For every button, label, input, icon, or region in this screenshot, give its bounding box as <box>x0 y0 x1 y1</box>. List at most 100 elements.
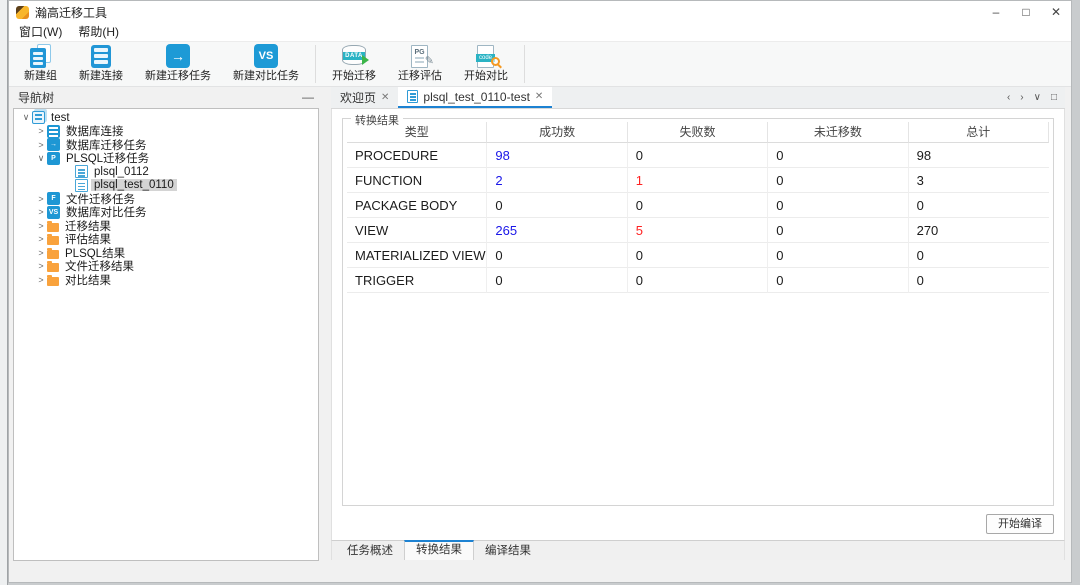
bottom-tab[interactable]: 编译结果 <box>474 541 542 560</box>
cell-total: 3 <box>908 168 1049 193</box>
navigation-panel-title: 导航树 <box>18 90 55 105</box>
conversion-result-groupbox: 转换结果 类型 成功数 失败数 未迁移数 总计 PROCEDURE 98 0 0… <box>342 112 1054 506</box>
tree-item-icon <box>47 274 59 286</box>
new-compare-task-button[interactable]: VS 新建对比任务 <box>222 42 310 86</box>
minimize-button[interactable]: – <box>981 1 1011 23</box>
table-header-cell[interactable]: 总计 <box>908 122 1049 143</box>
tree-item-label: 对比结果 <box>65 274 111 287</box>
menubar: 窗口(W) 帮助(H) <box>9 23 1071 42</box>
cell-unmigrated: 0 <box>768 243 909 268</box>
tab-scroll-right-icon[interactable]: › <box>1020 92 1023 103</box>
tree-item-label: plsql_0112 <box>94 165 149 178</box>
table-header-cell[interactable]: 失败数 <box>627 122 769 143</box>
migration-assess-icon: PG ✎ <box>405 44 435 68</box>
start-compile-button[interactable]: 开始编译 <box>986 514 1054 534</box>
tree-expander-icon[interactable]: > <box>35 275 47 285</box>
app-window: 瀚高迁移工具 – □ ✕ 窗口(W) 帮助(H) 新建组 新建连接 → 新建迁移… <box>8 0 1072 583</box>
tree-item[interactable]: > → 数据库迁移任务 <box>14 138 318 152</box>
tree-expander-icon[interactable]: ∨ <box>20 112 32 123</box>
tree-expander-icon[interactable]: > <box>35 221 47 231</box>
tree-expander-icon[interactable]: > <box>35 248 47 258</box>
start-compare-icon: code <box>471 44 501 68</box>
table-row[interactable]: VIEW 265 5 0 270 <box>347 218 1049 243</box>
table-row[interactable]: PROCEDURE 98 0 0 98 <box>347 143 1049 168</box>
table-row[interactable]: PACKAGE BODY 0 0 0 0 <box>347 193 1049 218</box>
table-header-cell[interactable]: 成功数 <box>487 122 628 143</box>
tab-plsql-test[interactable]: plsql_test_0110-test ✕ <box>398 87 553 108</box>
start-migration-button[interactable]: DATA 开始迁移 <box>321 42 387 86</box>
navigation-panel-header: 导航树 — <box>9 87 323 107</box>
menu-item[interactable]: 窗口(W) <box>11 23 70 42</box>
tree-item[interactable]: ∨ test <box>14 111 318 125</box>
tab-scroll-left-icon[interactable]: ‹ <box>1007 92 1010 103</box>
plsql-doc-icon <box>407 90 419 103</box>
tree-item-icon <box>75 178 88 192</box>
bottom-tab[interactable]: 转换结果 <box>404 540 474 560</box>
result-content: 转换结果 类型 成功数 失败数 未迁移数 总计 PROCEDURE 98 0 0… <box>331 109 1065 540</box>
tree-item[interactable]: > F 文件迁移任务 <box>14 192 318 206</box>
maximize-button[interactable]: □ <box>1011 1 1041 23</box>
app-logo-icon <box>16 5 29 19</box>
tree-expander-icon[interactable]: > <box>35 261 47 271</box>
cell-type: FUNCTION <box>347 168 488 193</box>
cell-success: 2 <box>487 168 628 193</box>
cell-failed: 5 <box>627 218 769 243</box>
close-button[interactable]: ✕ <box>1041 1 1071 23</box>
start-migration-icon: DATA <box>339 44 369 65</box>
new-connection-button[interactable]: 新建连接 <box>68 42 134 86</box>
new-migration-task-button[interactable]: → 新建迁移任务 <box>134 42 222 86</box>
table-header-cell[interactable]: 未迁移数 <box>768 122 909 143</box>
tree-item-label: plsql_test_0110 <box>91 179 177 192</box>
tree-expander-icon[interactable]: > <box>35 207 47 217</box>
tree-item[interactable]: > PLSQL结果 <box>14 246 318 260</box>
start-compare-button[interactable]: code 开始对比 <box>453 42 519 86</box>
cell-total: 0 <box>908 268 1049 293</box>
tree-expander-icon[interactable]: > <box>35 194 47 204</box>
menu-item[interactable]: 帮助(H) <box>70 23 127 42</box>
tree-item[interactable]: > 迁移结果 <box>14 219 318 233</box>
tree-expander-icon[interactable]: > <box>35 234 47 244</box>
migration-assess-button[interactable]: PG ✎ 迁移评估 <box>387 42 453 86</box>
table-header-cell[interactable]: 类型 <box>347 122 488 143</box>
tree-item-icon <box>47 124 60 138</box>
bottom-tab[interactable]: 任务概述 <box>336 541 404 560</box>
tab-close-icon[interactable]: ✕ <box>381 92 389 103</box>
tree-item[interactable]: ∨ P PLSQL迁移任务 <box>14 151 318 165</box>
tree-expander-icon[interactable]: > <box>35 126 47 136</box>
tree-item[interactable]: > 评估结果 <box>14 233 318 246</box>
tree-item-icon: F <box>47 192 60 206</box>
tree-expander-icon[interactable]: > <box>35 140 47 150</box>
tree-item[interactable]: > 数据库连接 <box>14 124 318 138</box>
tree-item[interactable]: > 文件迁移结果 <box>14 260 318 273</box>
new-migration-task-icon: → <box>163 44 193 68</box>
tab-welcome[interactable]: 欢迎页 ✕ <box>331 87 398 108</box>
tree-item[interactable]: plsql_0112 <box>14 165 318 179</box>
editor-panel: 欢迎页 ✕ plsql_test_0110-test ✕ ‹ › ∨ □ 转换结… <box>331 87 1065 560</box>
tab-close-icon[interactable]: ✕ <box>535 91 543 102</box>
tree-item[interactable]: plsql_test_0110 <box>14 178 318 193</box>
tree-item[interactable]: > VS 数据库对比任务 <box>14 205 318 219</box>
cell-type: TRIGGER <box>347 268 488 293</box>
tab-list-dropdown-icon[interactable]: ∨ <box>1034 92 1041 103</box>
new-group-button[interactable]: 新建组 <box>13 42 68 86</box>
tab-label: 欢迎页 <box>340 91 377 105</box>
cell-type: MATERIALIZED VIEW <box>347 243 488 268</box>
tree-item-icon: P <box>47 151 60 165</box>
conversion-result-table: 类型 成功数 失败数 未迁移数 总计 PROCEDURE 98 0 0 98 F… <box>347 122 1049 293</box>
cell-success: 265 <box>487 218 628 243</box>
cell-total: 0 <box>908 193 1049 218</box>
tree-item[interactable]: > 对比结果 <box>14 273 318 287</box>
table-row[interactable]: MATERIALIZED VIEW 0 0 0 0 <box>347 243 1049 268</box>
table-row[interactable]: TRIGGER 0 0 0 0 <box>347 268 1049 293</box>
cell-total: 98 <box>908 143 1049 168</box>
editor-tab-bar: 欢迎页 ✕ plsql_test_0110-test ✕ ‹ › ∨ □ <box>331 87 1065 109</box>
cell-failed: 0 <box>627 193 769 218</box>
tree-expander-icon[interactable]: ∨ <box>35 153 47 164</box>
cell-type: VIEW <box>347 218 488 243</box>
cell-unmigrated: 0 <box>768 218 909 243</box>
cell-unmigrated: 0 <box>768 193 909 218</box>
table-row[interactable]: FUNCTION 2 1 0 3 <box>347 168 1049 193</box>
tab-maximize-icon[interactable]: □ <box>1051 92 1057 103</box>
cell-type: PACKAGE BODY <box>347 193 488 218</box>
panel-minimize-icon[interactable]: — <box>302 90 314 104</box>
